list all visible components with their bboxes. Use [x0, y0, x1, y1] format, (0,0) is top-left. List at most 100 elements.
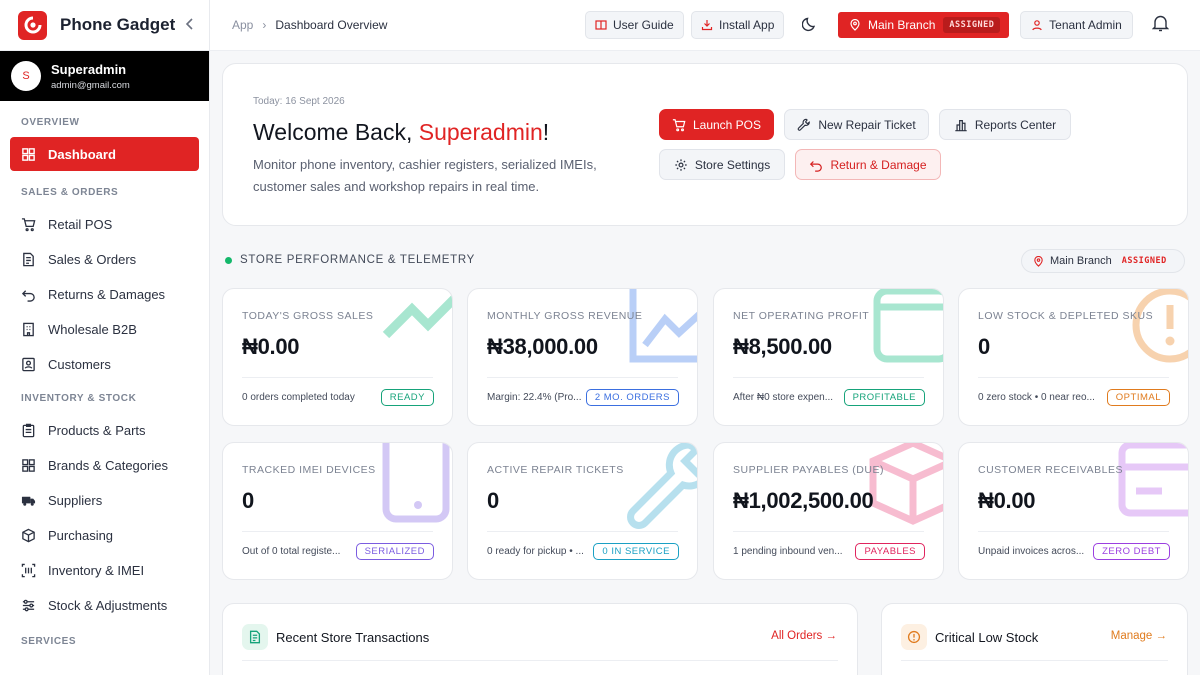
launch-pos-button[interactable]: Launch POS	[659, 109, 774, 140]
stat-value: ₦1,002,500.00	[733, 488, 874, 513]
sidebar-item-label: Sales & Orders	[48, 251, 137, 267]
install-app-button[interactable]: Install App	[691, 11, 785, 39]
stat-footnote: 0 orders completed today	[242, 392, 355, 403]
sidebar-item-label: Stock & Adjustments	[48, 597, 168, 613]
breadcrumb-root[interactable]: App	[232, 18, 253, 32]
critical-low-stock-panel: Critical Low Stock Manage →	[881, 603, 1188, 675]
welcome-username: Superadmin	[418, 119, 543, 145]
sidebar-item-wholesale[interactable]: Wholesale B2B	[10, 312, 199, 346]
user-guide-label: User Guide	[613, 18, 674, 32]
stat-footnote: 1 pending inbound ven...	[733, 546, 843, 557]
sidebar-item-dashboard[interactable]: Dashboard	[10, 137, 199, 171]
recent-transactions-panel: Recent Store Transactions All Orders →	[222, 603, 858, 675]
sidebar-item-brands[interactable]: Brands & Categories	[10, 448, 199, 482]
phone-icon	[382, 443, 450, 523]
stat-value: ₦0.00	[978, 488, 1036, 513]
stat-card-supplier-payables[interactable]: SUPPLIER PAYABLES (DUE) ₦1,002,500.00 1 …	[713, 442, 944, 580]
chevron-left-icon[interactable]	[185, 17, 195, 33]
sidebar-item-retail-pos[interactable]: Retail POS	[10, 207, 199, 241]
stat-label: CUSTOMER RECEIVABLES	[978, 464, 1123, 476]
assigned-badge: ASSIGNED	[943, 17, 1001, 33]
today-date: Today: 16 Sept 2026	[253, 96, 345, 107]
store-settings-button[interactable]: Store Settings	[659, 149, 785, 180]
sidebar-item-returns[interactable]: Returns & Damages	[10, 277, 199, 311]
new-repair-label: New Repair Ticket	[818, 117, 916, 132]
new-repair-ticket-button[interactable]: New Repair Ticket	[784, 109, 929, 140]
sidebar-item-suppliers[interactable]: Suppliers	[10, 483, 199, 517]
stat-card-low-stock[interactable]: LOW STOCK & DEPLETED SKUS 0 0 zero stock…	[958, 288, 1189, 426]
chart-axis-icon	[629, 289, 697, 363]
stat-value: 0	[242, 488, 254, 513]
return-icon	[21, 289, 35, 302]
manage-link[interactable]: Manage →	[1111, 630, 1167, 642]
package-icon	[869, 443, 943, 525]
stat-footnote: Out of 0 total registe...	[242, 546, 341, 557]
all-orders-link[interactable]: All Orders →	[771, 630, 837, 642]
book-icon	[595, 20, 607, 30]
sidebar-item-label: Brands & Categories	[48, 457, 168, 473]
breadcrumb: App › Dashboard Overview	[232, 18, 387, 32]
stat-card-imei-devices[interactable]: TRACKED IMEI DEVICES 0 Out of 0 total re…	[222, 442, 453, 580]
contact-icon	[22, 357, 35, 371]
gear-icon	[675, 158, 687, 171]
status-badge: READY	[380, 389, 434, 406]
welcome-description: Monitor phone inventory, cashier registe…	[253, 157, 597, 194]
sidebar-item-label: Dashboard	[48, 146, 116, 162]
grid-icon	[22, 147, 35, 161]
stat-value: ₦8,500.00	[733, 334, 832, 359]
sidebar-item-purchasing[interactable]: Purchasing	[10, 518, 199, 552]
return-damage-button[interactable]: Return & Damage	[795, 149, 941, 180]
sidebar-item-label: Retail POS	[48, 216, 113, 232]
sidebar-item-sales-orders[interactable]: Sales & Orders	[10, 242, 199, 276]
sidebar-item-customers[interactable]: Customers	[10, 347, 199, 381]
brand-logo-icon[interactable]	[18, 10, 47, 40]
barcode-icon	[21, 563, 36, 577]
sidebar-item-inventory-imei[interactable]: Inventory & IMEI	[10, 553, 199, 587]
status-badge: ZERO DEBT	[1093, 543, 1170, 560]
user-guide-button[interactable]: User Guide	[585, 11, 684, 39]
sidebar-item-label: Returns & Damages	[48, 286, 166, 302]
stat-value: ₦0.00	[242, 334, 300, 359]
stat-card-customer-receivables[interactable]: CUSTOMER RECEIVABLES ₦0.00 Unpaid invoic…	[958, 442, 1189, 580]
sidebar-item-stock[interactable]: Stock & Adjustments	[10, 588, 199, 622]
reports-label: Reports Center	[974, 117, 1057, 132]
welcome-card: Today: 16 Sept 2026 Welcome Back, Supera…	[222, 63, 1188, 226]
breadcrumb-current: Dashboard Overview	[275, 18, 388, 32]
sliders-icon	[22, 599, 35, 611]
stat-card-repair-tickets[interactable]: ACTIVE REPAIR TICKETS 0 0 ready for pick…	[467, 442, 698, 580]
moon-icon[interactable]	[801, 16, 818, 37]
launch-pos-label: Launch POS	[692, 117, 762, 132]
tenant-admin-button[interactable]: Tenant Admin	[1020, 11, 1133, 39]
reports-center-button[interactable]: Reports Center	[939, 109, 1071, 140]
user-profile[interactable]: S Superadmin admin@gmail.com	[0, 51, 209, 101]
receipt-icon	[242, 624, 268, 650]
assigned-badge: ASSIGNED	[1121, 256, 1167, 266]
status-badge: SERIALIZED	[355, 543, 434, 560]
branch-pill[interactable]: Main Branch ASSIGNED	[1021, 249, 1185, 273]
user-icon	[1032, 20, 1042, 31]
store-settings-label: Store Settings	[694, 157, 771, 172]
truck-icon	[21, 496, 36, 506]
cart-icon	[21, 217, 36, 231]
status-badge: OPTIMAL	[1106, 389, 1170, 406]
sidebar-item-label: Suppliers	[48, 492, 103, 508]
sidebar-item-products[interactable]: Products & Parts	[10, 413, 199, 447]
stat-card-net-profit[interactable]: NET OPERATING PROFIT ₦8,500.00 After ₦0 …	[713, 288, 944, 426]
stat-footnote: 0 zero stock • 0 near reo...	[978, 392, 1095, 403]
critical-low-stock-title: Critical Low Stock	[935, 630, 1039, 645]
trend-up-icon	[382, 294, 452, 339]
branch-name: Main Branch	[868, 18, 936, 32]
branch-selector-button[interactable]: Main Branch ASSIGNED	[838, 12, 1009, 38]
brand-header: Phone Gadgets	[0, 0, 209, 51]
install-app-label: Install App	[719, 18, 775, 32]
stat-footnote: After ₦0 store expen...	[733, 392, 834, 403]
stat-card-monthly-revenue[interactable]: MONTHLY GROSS REVENUE ₦38,000.00 Margin:…	[467, 288, 698, 426]
map-pin-icon	[850, 19, 860, 31]
stat-label: MONTHLY GROSS REVENUE	[487, 310, 643, 322]
wallet-icon	[873, 289, 943, 363]
stat-card-gross-sales[interactable]: TODAY'S GROSS SALES ₦0.00 0 orders compl…	[222, 288, 453, 426]
alert-circle-icon	[901, 624, 927, 650]
status-badge: 2 MO. ORDERS	[585, 389, 679, 406]
bell-icon[interactable]	[1151, 14, 1170, 37]
nav-section-inventory: INVENTORY & STOCK	[21, 393, 137, 404]
